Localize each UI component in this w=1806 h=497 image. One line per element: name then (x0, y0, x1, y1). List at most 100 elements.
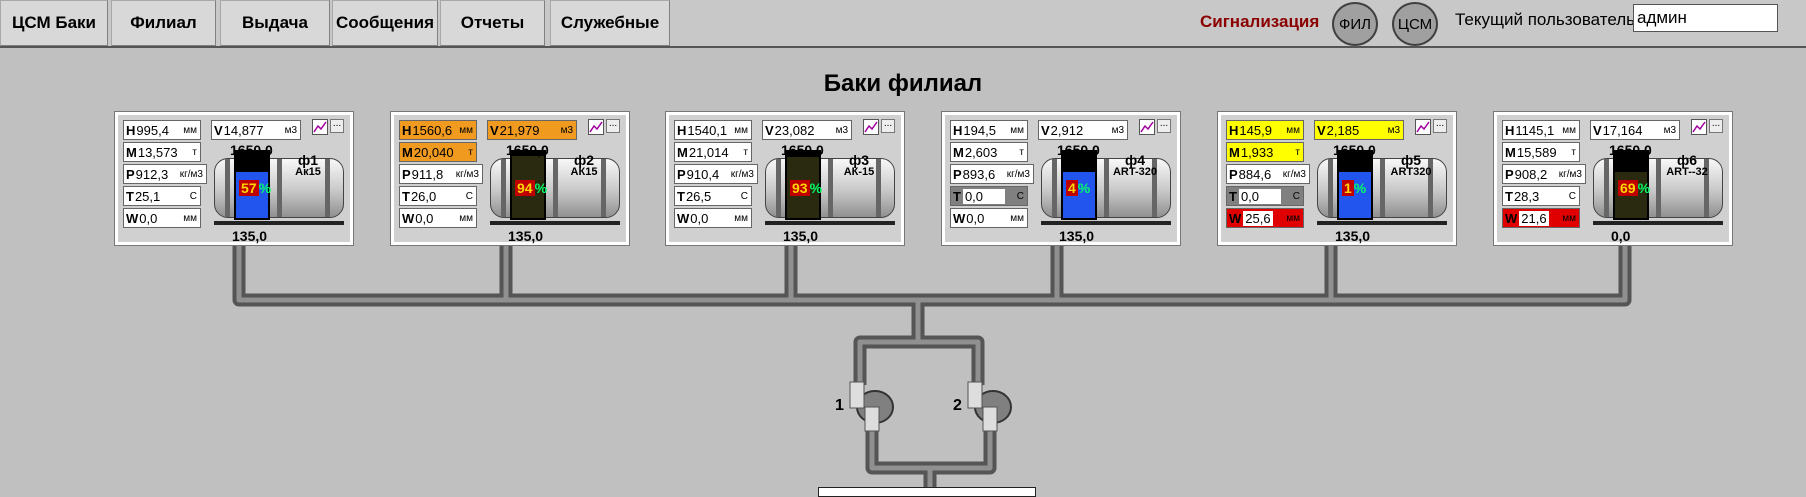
tank-w-field: W 25,6 мм (1226, 208, 1304, 228)
percent-sign: % (534, 180, 548, 196)
field-label: P (953, 166, 962, 182)
level-gauge: 94% (510, 150, 548, 220)
field-unit: мм (1010, 212, 1024, 224)
tank-base (1593, 221, 1723, 225)
tank-t-field: T 26,5 С (674, 186, 752, 206)
field-unit: м3 (560, 124, 573, 136)
trend-chart-icon[interactable] (588, 119, 604, 135)
tank-id: ф4 (1124, 152, 1146, 168)
field-unit: С (1292, 190, 1300, 202)
field-value: 17,164 (1602, 122, 1643, 138)
level-gauge: 1% (1337, 150, 1373, 220)
tank-h-field: H 1560,6 мм (399, 120, 477, 140)
tank-panel-1[interactable]: H 995,4 мм M 13,573 т P 912,3 кг/м3 T 25,1 С W 0,0 мм V… (114, 111, 354, 246)
more-options-icon[interactable]: ... (330, 119, 344, 133)
field-unit: мм (459, 124, 473, 136)
tank-h-field: H 145,9 мм (1226, 120, 1304, 140)
field-unit: т (1571, 146, 1576, 158)
trend-chart-icon[interactable] (1139, 119, 1155, 135)
tank-bottom-value: 135,0 (1059, 228, 1095, 244)
tank-h-field: H 194,5 мм (950, 120, 1028, 140)
pump-1-icon (849, 381, 894, 432)
outlet-box (818, 487, 1036, 497)
field-value: 14,877 (223, 122, 264, 138)
field-label: V (214, 122, 223, 138)
field-unit: т (743, 146, 748, 158)
tank-m-field: M 13,573 т (123, 142, 201, 162)
trend-chart-icon[interactable] (1415, 119, 1431, 135)
more-options-icon[interactable]: ... (1709, 119, 1723, 133)
percent-value: 94 (515, 180, 535, 196)
tank-p-field: P 910,4 кг/м3 (674, 164, 758, 184)
more-options-icon[interactable]: ... (1157, 119, 1171, 133)
field-label: M (677, 144, 688, 160)
field-value: 25,6 (1243, 210, 1273, 226)
more-options-icon[interactable]: ... (606, 119, 620, 133)
field-label: P (402, 166, 411, 182)
tank-panel-6[interactable]: H 1145,1 мм M 15,589 т P 908,2 кг/м3 T 28,3 С W 21,6 м… (1493, 111, 1733, 246)
tank-panel-4[interactable]: H 194,5 мм M 2,603 т P 893,6 кг/м3 T 0,0 С W 0,0 мм V 2,… (941, 111, 1181, 246)
field-label: V (1041, 122, 1050, 138)
more-options-icon[interactable]: ... (1433, 119, 1447, 133)
field-unit: кг/м3 (455, 168, 479, 180)
field-label: W (126, 210, 139, 226)
trend-chart-icon[interactable] (863, 119, 879, 135)
field-label: M (126, 144, 137, 160)
level-gauge: 4% (1061, 150, 1097, 220)
trend-chart-icon[interactable] (1691, 119, 1707, 135)
percent-sign: % (1077, 180, 1091, 196)
pump-2-icon (967, 381, 1012, 432)
field-unit: мм (1010, 124, 1024, 136)
field-label: H (1229, 122, 1239, 138)
more-options-icon[interactable]: ... (881, 119, 895, 133)
tank-panel-5[interactable]: H 145,9 мм M 1,933 т P 884,6 кг/м3 T 0,0 С W 25,6 мм V 2… (1217, 111, 1457, 246)
field-value: 908,2 (1514, 166, 1548, 182)
field-unit: кг/м3 (1006, 168, 1030, 180)
field-label: H (677, 122, 687, 138)
tank-capacity: 1650,0 (1057, 142, 1100, 158)
trend-chart-icon[interactable] (312, 119, 328, 135)
tank-name: ф3 АК-15 (829, 152, 889, 178)
percent-value: 93 (790, 180, 810, 196)
field-label: W (677, 210, 690, 226)
field-unit: т (192, 146, 197, 158)
level-percent: 4% (1066, 180, 1090, 196)
tank-bottom-value: 135,0 (783, 228, 819, 244)
tank-m-field: M 20,040 т (399, 142, 477, 162)
field-unit: мм (1562, 212, 1576, 224)
percent-sign: % (1637, 180, 1651, 196)
tank-panel-2[interactable]: H 1560,6 мм M 20,040 т P 911,8 кг/м3 T 26,0 С W 0,0 мм… (390, 111, 630, 246)
field-value: 21,014 (688, 144, 729, 160)
field-label: M (1229, 144, 1240, 160)
pump-2-label: 2 (953, 397, 962, 414)
field-unit: кг/м3 (179, 168, 203, 180)
field-value: 0,0 (962, 188, 1005, 204)
field-value: 0,0 (139, 210, 158, 226)
percent-sign: % (1353, 180, 1367, 196)
field-unit: кг/м3 (1282, 168, 1306, 180)
field-label: M (953, 144, 964, 160)
tank-panel-3[interactable]: H 1540,1 мм M 21,014 т P 910,4 кг/м3 T 26,5 С W 0,0 мм… (665, 111, 905, 246)
tank-h-field: H 995,4 мм (123, 120, 201, 140)
tank-p-field: P 911,8 кг/м3 (399, 164, 483, 184)
tank-code: АК15 (570, 166, 598, 178)
tank-id: ф3 (848, 152, 870, 168)
tank-p-field: P 884,6 кг/м3 (1226, 164, 1310, 184)
tank-capacity: 1650,0 (1333, 142, 1376, 158)
tank-m-field: M 2,603 т (950, 142, 1028, 162)
field-unit: т (1295, 146, 1300, 158)
tank-base (1041, 221, 1171, 225)
tank-h-field: H 1145,1 мм (1502, 120, 1580, 140)
field-label: V (1593, 122, 1602, 138)
tank-code: АК-15 (843, 166, 875, 178)
field-label: P (126, 166, 135, 182)
percent-value: 4 (1066, 180, 1078, 196)
field-unit: м3 (1111, 124, 1124, 136)
field-unit: С (465, 190, 473, 202)
tank-v-field: V 23,082 м3 (762, 120, 852, 140)
tank-base (1317, 221, 1447, 225)
field-label: H (402, 122, 412, 138)
level-gauge: 93% (785, 150, 822, 220)
field-label: P (1229, 166, 1238, 182)
level-percent: 93% (790, 180, 822, 196)
